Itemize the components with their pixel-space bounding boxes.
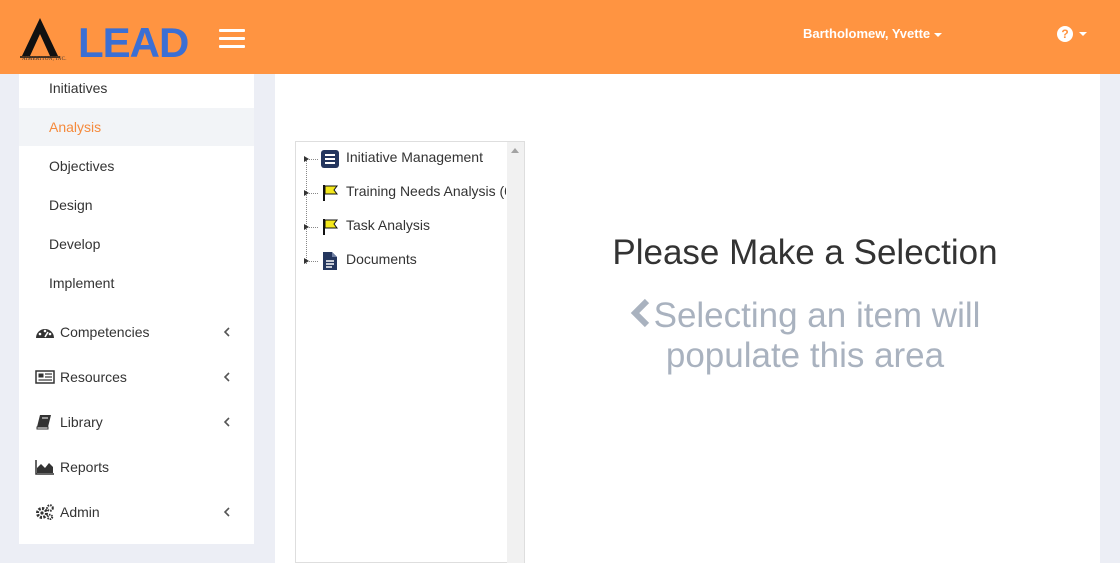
tree-connector [309,227,318,228]
sidebar-item-reports[interactable]: Reports [19,448,254,486]
caret-down-icon [934,32,943,37]
sidebar-item-objectives[interactable]: Objectives [19,147,254,185]
tree-node-initiative-management[interactable]: Initiative Management [296,146,506,170]
tree-node-label: Training Needs Analysis (0 [346,183,506,199]
area-chart-icon [35,460,54,475]
sidebar-item-initiatives[interactable]: Initiatives [19,69,254,107]
selection-hint: Selecting an item will populate this are… [525,296,1085,376]
tree-node-label: Initiative Management [346,149,483,165]
question-circle-icon: ? [1057,25,1073,42]
tree-connector [309,193,318,194]
user-name: Bartholomew, Yvette [803,26,931,41]
sidebar-item-label: Admin [60,504,100,520]
chevron-left-icon [223,507,230,517]
gears-icon [36,504,54,520]
sidebar-item-label: Analysis [49,119,102,135]
selection-title: Please Make a Selection [612,233,998,272]
caret-down-icon [1079,31,1087,36]
tree-view[interactable]: Initiative Management Training Needs Ana… [295,141,525,563]
chevron-left-icon [630,298,649,328]
sidebar-item-design[interactable]: Design [19,186,254,224]
sidebar-item-label: Initiatives [49,80,108,96]
sidebar-item-label: Develop [49,236,101,252]
tree-node-documents[interactable]: Documents [296,248,506,272]
menu-toggle-icon[interactable] [219,29,245,48]
sidebar-item-label: Implement [49,275,115,291]
sidebar-item-analysis[interactable]: Analysis [19,108,254,146]
sidebar: Initiatives Analysis Objectives Design D… [19,74,254,544]
sidebar-item-label: Resources [60,369,127,385]
list-document-icon [321,150,339,168]
tree-connector [309,261,318,262]
user-menu-dropdown[interactable]: Bartholomew, Yvette [803,26,943,41]
tree-scrollbar[interactable] [507,142,524,563]
sidebar-item-competencies[interactable]: Competencies [19,313,254,351]
sidebar-item-implement[interactable]: Implement [19,264,254,302]
sidebar-item-develop[interactable]: Develop [19,225,254,263]
sidebar-item-label: Competencies [60,324,150,340]
tree-node-label: Task Analysis [346,217,431,233]
file-icon [323,252,337,270]
selection-hint-line1: Selecting an item will [653,296,981,335]
sidebar-item-label: Reports [60,459,110,475]
sidebar-item-resources[interactable]: Resources [19,358,254,396]
chevron-left-icon [223,417,230,427]
book-icon [36,415,51,430]
sidebar-item-label: Design [49,197,93,213]
top-navbar: LEAD AIMERITON, INC. Bartholomew, Yvette… [0,0,1120,74]
logo-company-name: AIMERITON, INC. [22,57,67,62]
tree-node-training-needs-analysis[interactable]: Training Needs Analysis (0 [296,180,506,204]
chevron-left-icon [223,372,230,382]
dashboard-icon [36,329,54,338]
logo-wordmark: LEAD [78,19,188,66]
sidebar-item-admin[interactable]: Admin [19,493,254,531]
chevron-left-icon [223,327,230,337]
newspaper-icon [35,370,55,384]
sidebar-item-label: Library [60,414,103,430]
flag-icon [323,219,338,235]
selection-hint-line2: populate this area [665,336,945,375]
sidebar-item-label: Objectives [49,158,115,174]
sidebar-item-library[interactable]: Library [19,403,254,441]
help-menu-dropdown[interactable]: ? [1057,25,1087,43]
scroll-up-arrow-icon[interactable] [511,148,519,153]
tree-node-label: Documents [346,251,417,267]
flag-icon [323,185,338,201]
tree-node-task-analysis[interactable]: Task Analysis [296,214,506,238]
tree-connector [309,159,318,160]
